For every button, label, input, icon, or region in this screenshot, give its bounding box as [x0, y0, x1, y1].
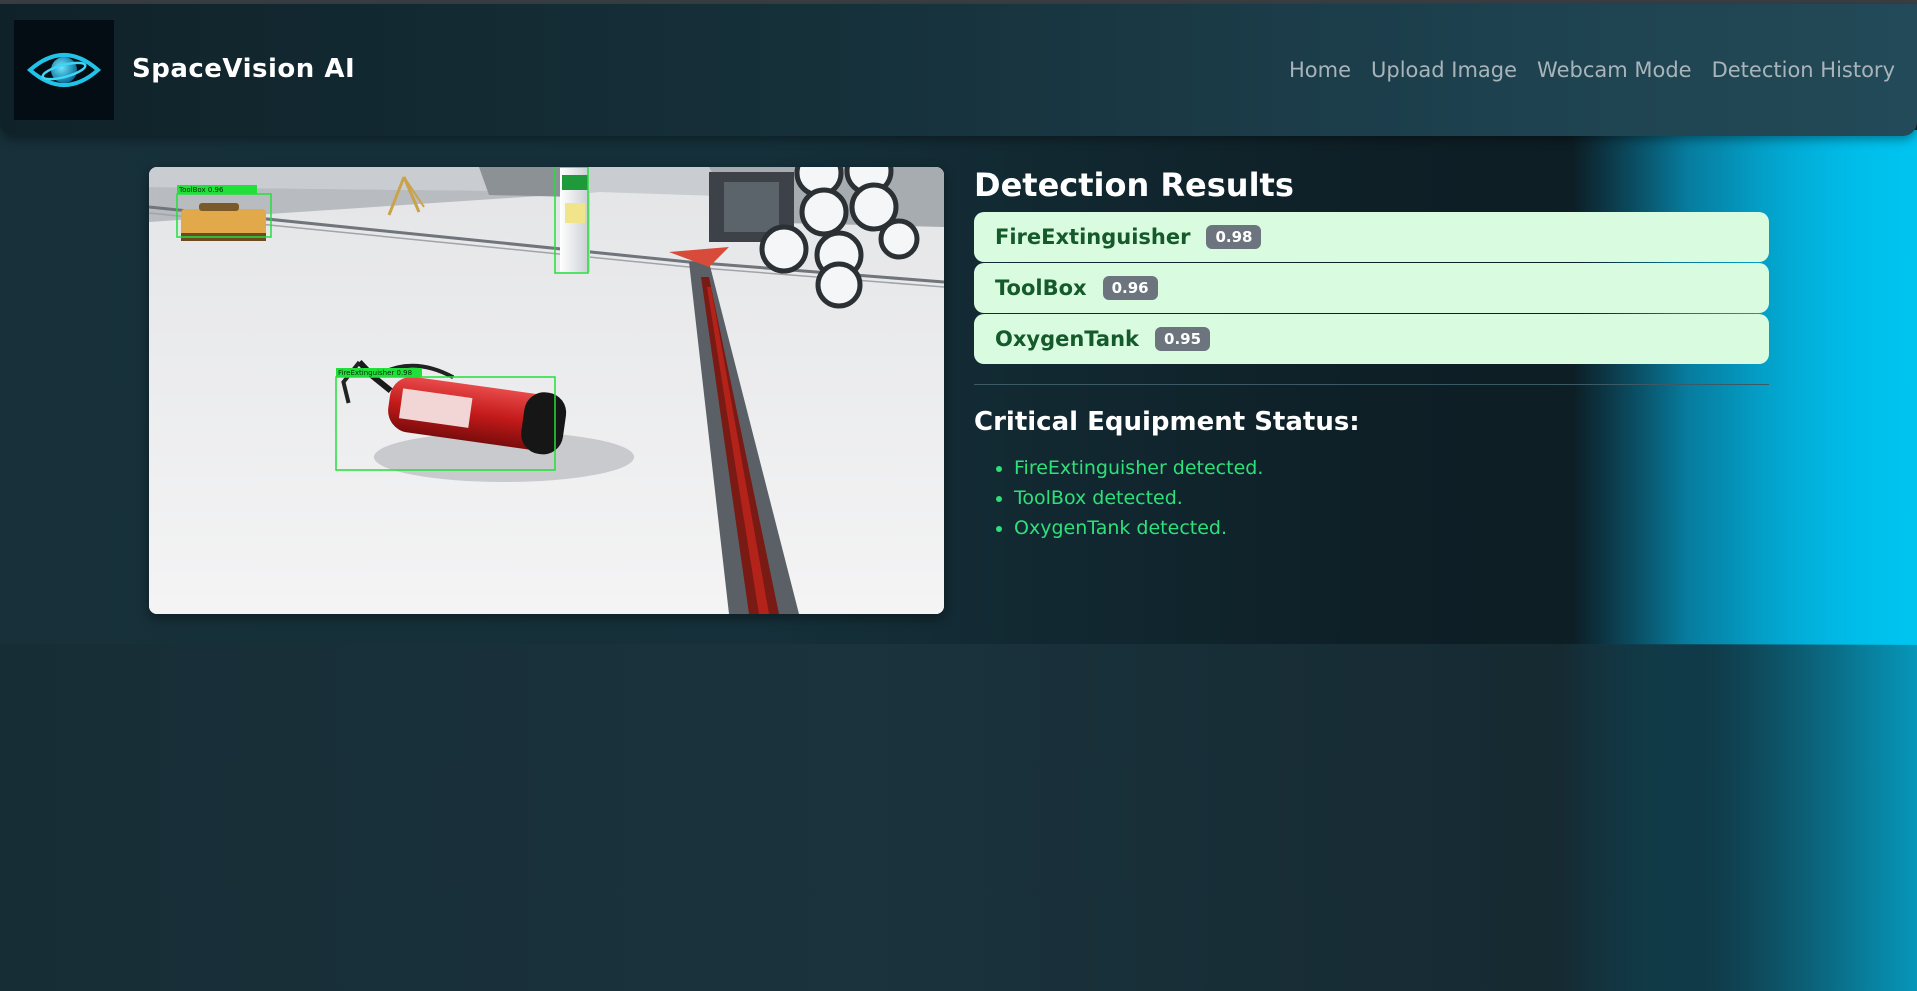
confidence-badge: 0.95	[1155, 327, 1211, 351]
nav-home[interactable]: Home	[1289, 58, 1351, 82]
bbox-toolbox-label: ToolBox 0.96	[178, 186, 224, 194]
result-item: ToolBox 0.96	[974, 263, 1769, 313]
nav-detection-history[interactable]: Detection History	[1712, 58, 1895, 82]
detection-image: ToolBox 0.96 FireExtinguisher 0.98	[149, 167, 944, 614]
status-title: Critical Equipment Status:	[974, 407, 1360, 437]
brand-title: SpaceVision AI	[132, 54, 356, 84]
result-name: OxygenTank	[995, 327, 1140, 351]
status-list: FireExtinguisher detected. ToolBox detec…	[974, 453, 1769, 543]
confidence-badge: 0.98	[1206, 225, 1262, 249]
result-name: ToolBox	[995, 276, 1087, 300]
bbox-fireextinguisher-label: FireExtinguisher 0.98	[338, 369, 412, 377]
planet-eye-icon[interactable]	[14, 20, 114, 120]
detection-scene: ToolBox 0.96 FireExtinguisher 0.98	[149, 167, 944, 614]
status-item: FireExtinguisher detected.	[1014, 453, 1769, 483]
status-item: ToolBox detected.	[1014, 483, 1769, 513]
confidence-badge: 0.96	[1102, 276, 1158, 300]
results-title: Detection Results	[974, 166, 1294, 204]
nav-menu: Home Upload Image Webcam Mode Detection …	[1289, 58, 1895, 82]
navbar: SpaceVision AI Home Upload Image Webcam …	[0, 4, 1917, 136]
result-item: OxygenTank 0.95	[974, 314, 1769, 364]
results-panel: Detection Results FireExtinguisher 0.98 …	[974, 165, 1769, 543]
result-name: FireExtinguisher	[995, 225, 1191, 249]
status-item: OxygenTank detected.	[1014, 513, 1769, 543]
right-glow-lower	[1560, 645, 1917, 991]
nav-webcam-mode[interactable]: Webcam Mode	[1537, 58, 1692, 82]
result-item: FireExtinguisher 0.98	[974, 212, 1769, 262]
nav-upload-image[interactable]: Upload Image	[1371, 58, 1517, 82]
divider	[974, 384, 1769, 385]
